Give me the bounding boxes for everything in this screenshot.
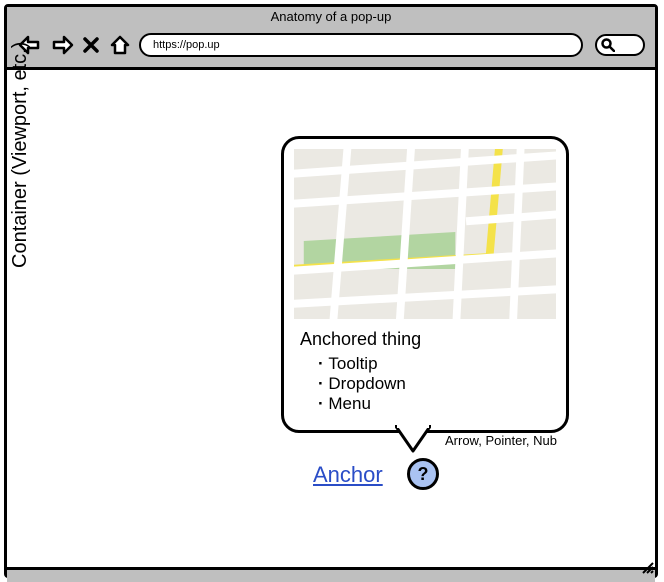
browser-window: Anatomy of a pop-up <box>4 4 658 578</box>
browser-toolbar <box>7 27 655 70</box>
window-title-text: Anatomy of a pop-up <box>271 9 392 24</box>
help-glyph: ? <box>418 464 429 485</box>
window-title: Anatomy of a pop-up <box>7 7 655 27</box>
container-label: Container (Viewport, etc.) <box>9 42 32 268</box>
url-bar[interactable] <box>139 33 583 57</box>
pointer-label: Arrow, Pointer, Nub <box>445 433 557 448</box>
magnifier-icon <box>601 38 615 52</box>
home-icon[interactable] <box>107 33 133 57</box>
content-area: Container (Viewport, etc.) <box>7 70 655 567</box>
forward-arrow-icon[interactable] <box>49 33 75 57</box>
pointer-mask <box>397 422 429 428</box>
search-button[interactable] <box>595 34 645 56</box>
popup-body: Anchored thing Tooltip Dropdown Menu <box>294 319 556 420</box>
popup-title: Anchored thing <box>300 329 552 350</box>
popup-list: Tooltip Dropdown Menu <box>318 354 552 414</box>
stop-x-icon[interactable] <box>81 33 101 57</box>
pointer-nub-icon <box>395 425 431 453</box>
url-input[interactable] <box>151 38 571 52</box>
map-image <box>294 149 556 319</box>
help-icon[interactable]: ? <box>407 458 439 490</box>
list-item: Dropdown <box>318 374 552 394</box>
list-item: Menu <box>318 394 552 414</box>
status-bar <box>7 567 655 582</box>
list-item: Tooltip <box>318 354 552 374</box>
anchor-link[interactable]: Anchor <box>313 462 383 488</box>
popup-card: Anchored thing Tooltip Dropdown Menu <box>281 136 569 433</box>
